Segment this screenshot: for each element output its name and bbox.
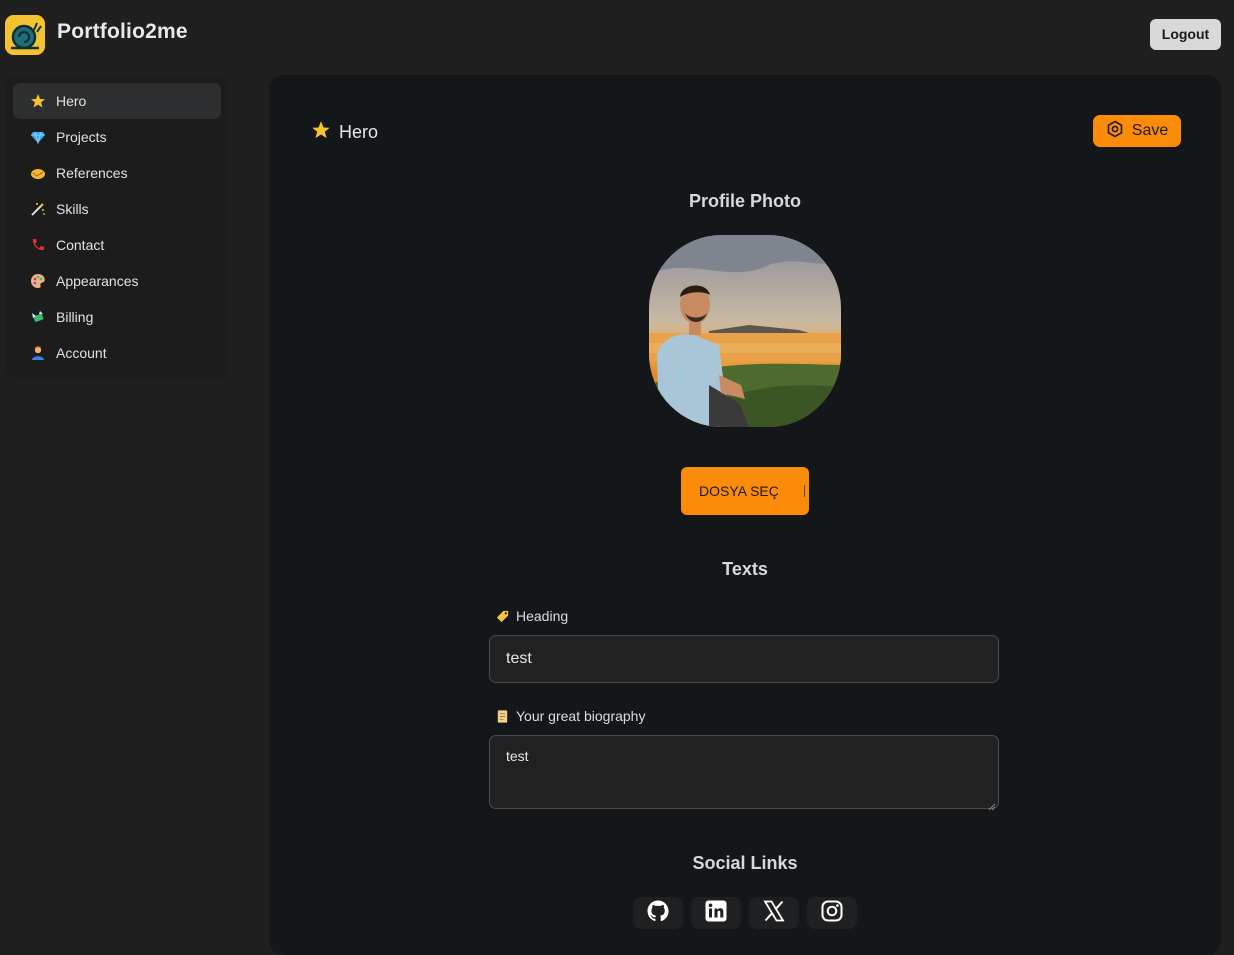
x-link-button[interactable] <box>749 897 799 929</box>
linkedin-icon <box>704 899 728 928</box>
handshake-icon <box>30 165 46 181</box>
page-title-text: Hero <box>339 122 379 142</box>
sidebar-item-label: Hero <box>56 93 87 109</box>
sidebar-item-projects[interactable]: Projects <box>13 119 221 155</box>
sidebar-item-label: Account <box>56 345 107 361</box>
snail-logo-icon[interactable] <box>5 15 45 55</box>
label-tag-icon <box>495 608 511 624</box>
sidebar-item-references[interactable]: References <box>13 155 221 191</box>
heading-label-text: Heading <box>516 608 569 624</box>
telephone-icon <box>30 237 46 253</box>
choose-file-label: DOSYA SEÇ <box>699 483 779 499</box>
sidebar-item-label: Billing <box>56 309 94 325</box>
linkedin-link-button[interactable] <box>691 897 741 929</box>
hexagon-settings-icon <box>1106 120 1124 143</box>
star-icon <box>311 120 331 145</box>
bio-label-text: Your great biography <box>516 708 646 724</box>
github-link-button[interactable] <box>633 897 683 929</box>
sidebar-item-label: References <box>56 165 128 181</box>
heading-label: Heading <box>495 608 568 624</box>
sidebar-item-label: Appearances <box>56 273 139 289</box>
star-icon <box>30 93 46 109</box>
sidebar-item-contact[interactable]: Contact <box>13 227 221 263</box>
profile-photo-heading: Profile Photo <box>689 191 801 211</box>
heading-input[interactable]: test <box>489 635 999 683</box>
sidebar-item-billing[interactable]: Billing <box>13 299 221 335</box>
biography-textarea[interactable]: test <box>489 735 999 811</box>
page-title: Hero <box>311 120 378 145</box>
sidebar-item-skills[interactable]: Skills <box>13 191 221 227</box>
app-name: Portfolio2me <box>57 20 188 43</box>
top-bar: Portfolio2me Logout <box>0 0 1234 70</box>
hero-editor-panel: Hero Save Profile Photo DOSYA SEÇ Texts … <box>269 75 1221 955</box>
instagram-link-button[interactable] <box>807 897 857 929</box>
person-icon <box>30 345 46 361</box>
save-label: Save <box>1131 122 1169 139</box>
choose-file-button[interactable]: DOSYA SEÇ <box>681 467 809 515</box>
gem-icon <box>30 129 46 145</box>
sidebar-item-hero[interactable]: Hero <box>13 83 221 119</box>
logout-button[interactable]: Logout <box>1150 19 1221 50</box>
sidebar-item-account[interactable]: Account <box>13 335 221 371</box>
social-links-heading: Social Links <box>692 853 798 873</box>
palette-icon <box>30 273 46 289</box>
texts-heading: Texts <box>722 559 768 579</box>
money-wings-icon <box>30 309 46 325</box>
scroll-icon <box>495 708 511 724</box>
sidebar-item-label: Contact <box>56 237 105 253</box>
bio-label: Your great biography <box>495 708 645 724</box>
github-icon <box>646 899 670 928</box>
resize-handle-icon[interactable] <box>988 798 996 811</box>
sidebar-item-label: Projects <box>56 129 107 145</box>
sidebar-item-label: Skills <box>56 201 89 217</box>
x-icon <box>762 899 786 928</box>
file-name-edge <box>804 485 808 497</box>
sidebar: Hero Projects References Skills Contact … <box>6 77 228 378</box>
sidebar-item-appearances[interactable]: Appearances <box>13 263 221 299</box>
save-button[interactable]: Save <box>1093 115 1181 147</box>
profile-photo <box>649 235 841 427</box>
instagram-icon <box>820 899 844 928</box>
magic-wand-icon <box>30 201 46 217</box>
biography-text: test <box>506 748 529 764</box>
